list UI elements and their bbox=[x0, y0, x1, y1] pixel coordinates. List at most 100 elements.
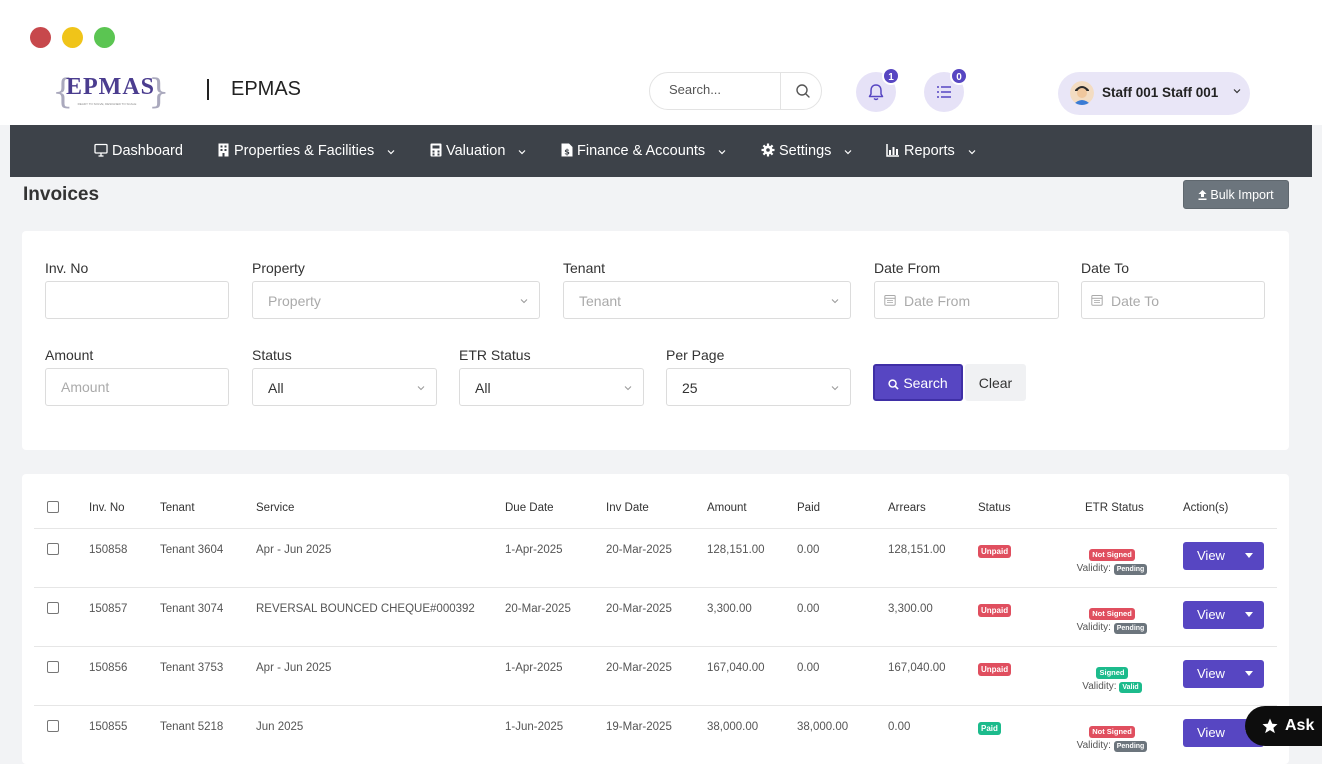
cell-arrears: 128,151.00 bbox=[888, 544, 946, 556]
cell-service: Apr - Jun 2025 bbox=[256, 544, 332, 556]
global-search-input[interactable] bbox=[669, 82, 779, 97]
etr-status-cell: Not Signed Validity: Pending bbox=[1062, 603, 1162, 634]
status-select-value: All bbox=[268, 380, 284, 396]
column-header-service[interactable]: Service bbox=[256, 502, 294, 514]
caret-down-icon[interactable] bbox=[1245, 612, 1253, 618]
app-logo[interactable]: { EPMAS READY TO SOLVE, DESIGNED TO SCAL… bbox=[52, 72, 170, 112]
column-header-status[interactable]: Status bbox=[978, 502, 1011, 514]
row-checkbox[interactable] bbox=[47, 602, 59, 614]
bulk-import-label: Bulk Import bbox=[1210, 187, 1274, 202]
inv-no-label: Inv. No bbox=[45, 260, 89, 276]
calendar-icon bbox=[884, 295, 896, 306]
nav-dashboard-label: Dashboard bbox=[112, 143, 183, 159]
row-checkbox[interactable] bbox=[47, 720, 59, 732]
cell-inv-no: 150857 bbox=[89, 603, 128, 615]
notifications-button[interactable]: 1 bbox=[856, 67, 900, 112]
date-to-input[interactable]: Date To bbox=[1081, 281, 1265, 319]
validity-line: Validity: Valid bbox=[1062, 681, 1162, 693]
row-checkbox[interactable] bbox=[47, 543, 59, 555]
nav-settings-label: Settings bbox=[779, 143, 832, 159]
top-header: { EPMAS READY TO SOLVE, DESIGNED TO SCAL… bbox=[0, 64, 1322, 125]
validity-badge: Valid bbox=[1119, 682, 1142, 693]
nav-dashboard[interactable]: Dashboard bbox=[94, 125, 183, 177]
view-button[interactable]: View bbox=[1183, 660, 1264, 688]
cell-service: Jun 2025 bbox=[256, 721, 304, 733]
select-all-checkbox[interactable] bbox=[47, 501, 59, 513]
chevron-down-icon bbox=[831, 299, 839, 304]
chevron-down-icon bbox=[387, 150, 395, 155]
column-header-due-date[interactable]: Due Date bbox=[505, 502, 554, 514]
user-name: Staff 001 Staff 001 bbox=[1102, 85, 1219, 100]
row-divider bbox=[34, 646, 1277, 647]
date-from-placeholder: Date From bbox=[904, 293, 971, 309]
search-button[interactable]: Search bbox=[873, 364, 963, 401]
nav-valuation-label: Valuation bbox=[446, 143, 506, 159]
etr-status-select[interactable]: All bbox=[459, 368, 644, 406]
search-icon[interactable] bbox=[795, 83, 811, 99]
status-badge: Paid bbox=[978, 722, 1001, 735]
window-maximize-button[interactable] bbox=[94, 27, 115, 48]
window-close-button[interactable] bbox=[30, 27, 51, 48]
row-divider bbox=[34, 528, 1277, 529]
user-menu-button[interactable]: Staff 001 Staff 001 bbox=[1058, 72, 1250, 115]
date-from-input[interactable]: Date From bbox=[874, 281, 1059, 319]
tasks-button[interactable]: 0 bbox=[924, 67, 968, 112]
column-header-inv-date[interactable]: Inv Date bbox=[606, 502, 649, 514]
cell-inv-date: 19-Mar-2025 bbox=[606, 721, 672, 733]
notifications-count-badge: 1 bbox=[882, 67, 900, 85]
ask-button-label: Ask bbox=[1285, 717, 1315, 734]
validity-label: Validity: bbox=[1076, 563, 1111, 574]
validity-badge: Pending bbox=[1113, 623, 1148, 634]
amount-input[interactable] bbox=[45, 368, 229, 406]
amount-label: Amount bbox=[45, 347, 94, 363]
search-button-label: Search bbox=[903, 374, 948, 391]
column-header-paid[interactable]: Paid bbox=[797, 502, 820, 514]
clear-button[interactable]: Clear bbox=[965, 364, 1026, 401]
file-dollar-icon: $ bbox=[561, 143, 573, 157]
nav-properties-label: Properties & Facilities bbox=[234, 143, 375, 159]
nav-finance[interactable]: $ Finance & Accounts bbox=[561, 125, 731, 177]
per-page-select[interactable]: 25 bbox=[666, 368, 851, 406]
cell-paid: 0.00 bbox=[797, 544, 820, 556]
nav-settings[interactable]: Settings bbox=[761, 125, 857, 177]
column-header-tenant[interactable]: Tenant bbox=[160, 502, 195, 514]
cell-inv-no: 150856 bbox=[89, 662, 128, 674]
caret-down-icon[interactable] bbox=[1245, 553, 1253, 559]
ask-assistant-button[interactable]: Ask bbox=[1245, 706, 1322, 746]
page-title: Invoices bbox=[23, 184, 100, 205]
bulk-import-button[interactable]: Bulk Import bbox=[1183, 180, 1289, 209]
cell-tenant: Tenant 3604 bbox=[160, 544, 224, 556]
column-header-inv-no[interactable]: Inv. No bbox=[89, 502, 125, 514]
calculator-icon bbox=[430, 143, 442, 157]
etr-status-badge: Not Signed bbox=[1089, 549, 1135, 561]
column-header-arrears[interactable]: Arrears bbox=[888, 502, 926, 514]
window-minimize-button[interactable] bbox=[62, 27, 83, 48]
property-select[interactable]: Property bbox=[252, 281, 540, 319]
logo-tagline: READY TO SOLVE, DESIGNED TO SCALE bbox=[77, 102, 137, 106]
cell-due-date: 20-Mar-2025 bbox=[505, 603, 571, 615]
caret-down-icon[interactable] bbox=[1245, 671, 1253, 677]
tenant-select[interactable]: Tenant bbox=[563, 281, 851, 319]
row-checkbox[interactable] bbox=[47, 661, 59, 673]
upload-icon bbox=[1198, 189, 1207, 200]
cell-arrears: 3,300.00 bbox=[888, 603, 933, 615]
row-divider bbox=[34, 587, 1277, 588]
view-button[interactable]: View bbox=[1183, 601, 1264, 629]
validity-line: Validity: Pending bbox=[1062, 563, 1162, 575]
inv-no-input[interactable] bbox=[45, 281, 229, 319]
status-select[interactable]: All bbox=[252, 368, 437, 406]
bell-icon bbox=[868, 84, 884, 101]
column-header-amount[interactable]: Amount bbox=[707, 502, 747, 514]
validity-label: Validity: bbox=[1076, 622, 1111, 633]
view-button[interactable]: View bbox=[1183, 542, 1264, 570]
column-header-etr-status[interactable]: ETR Status bbox=[1085, 502, 1144, 514]
nav-reports[interactable]: Reports bbox=[886, 125, 981, 177]
chevron-down-icon bbox=[417, 386, 425, 391]
validity-label: Validity: bbox=[1076, 740, 1111, 751]
etr-status-label: ETR Status bbox=[459, 347, 531, 363]
nav-properties[interactable]: Properties & Facilities bbox=[217, 125, 400, 177]
validity-badge: Pending bbox=[1113, 564, 1148, 575]
status-label: Status bbox=[252, 347, 292, 363]
tenant-label: Tenant bbox=[563, 260, 606, 276]
nav-valuation[interactable]: Valuation bbox=[430, 125, 531, 177]
